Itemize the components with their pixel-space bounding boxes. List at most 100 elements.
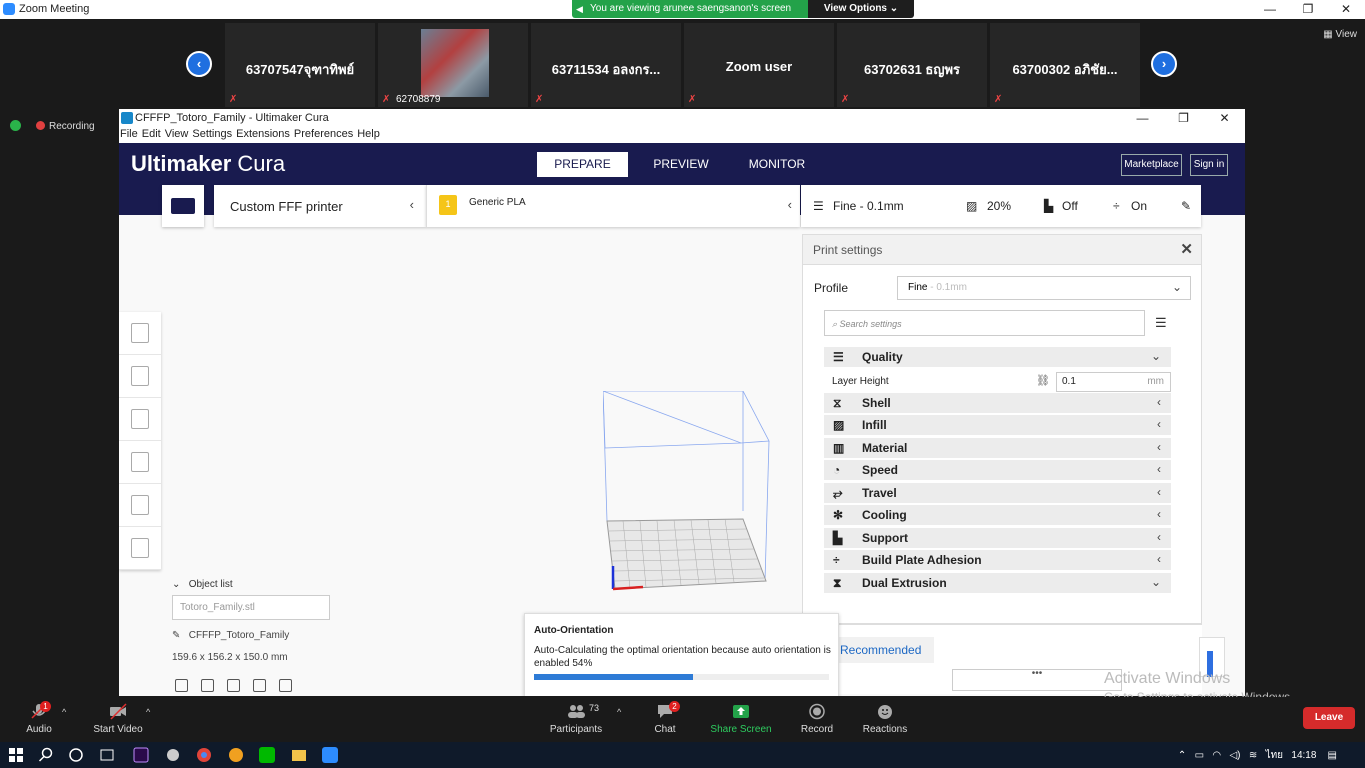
battery-icon[interactable]: ▭: [1195, 750, 1204, 761]
chrome-icon[interactable]: [196, 747, 212, 763]
menu-bar: File Edit View Settings Extensions Preference…: [119, 128, 1245, 143]
move-tool-button[interactable]: [119, 312, 161, 355]
participants-button[interactable]: 73 Participants: [547, 703, 605, 735]
next-page-button[interactable]: ›: [1151, 51, 1177, 77]
per-model-settings-button[interactable]: [119, 484, 161, 527]
more-options-handle[interactable]: •••: [952, 669, 1122, 691]
settings-visibility-menu-icon[interactable]: ☰: [1155, 315, 1167, 331]
scale-tool-button[interactable]: [119, 355, 161, 398]
line-icon[interactable]: [259, 747, 275, 763]
app-icon[interactable]: [165, 747, 181, 763]
leave-button[interactable]: Leave: [1303, 707, 1355, 729]
participant-tile[interactable]: 63700302 อภิชัย... ✗: [990, 23, 1140, 107]
category-cooling[interactable]: ✻ Cooling ‹: [824, 505, 1171, 525]
participant-tile[interactable]: 63707547จุฑาทิพย์ ✗: [225, 23, 375, 107]
language-indicator[interactable]: ไทย: [1266, 750, 1283, 761]
category-travel[interactable]: ⥂ Travel ‹: [824, 483, 1171, 503]
audio-button[interactable]: 1 Audio: [24, 701, 54, 735]
chevron-left-icon: ‹: [1157, 417, 1161, 431]
layer-height-unit: mm: [1147, 376, 1164, 387]
print-setup-selector[interactable]: ☰ Fine - 0.1mm ▨ 20% ▙ Off ÷ On ✎: [801, 185, 1201, 227]
cortana-icon[interactable]: [68, 747, 84, 763]
notifications-icon[interactable]: ▤: [1328, 750, 1337, 761]
category-dual-extrusion[interactable]: ⧗ Dual Extrusion ⌄: [824, 573, 1171, 593]
rotate-tool-button[interactable]: [119, 398, 161, 441]
prev-page-button[interactable]: ‹: [186, 51, 212, 77]
menu-view[interactable]: View: [165, 128, 189, 140]
start-video-button[interactable]: Start Video: [90, 703, 146, 735]
menu-file[interactable]: File: [120, 128, 138, 140]
record-button[interactable]: Record: [800, 703, 834, 735]
menu-preferences[interactable]: Preferences: [294, 128, 353, 140]
object-list-toggle[interactable]: ⌄ Object list: [172, 579, 233, 590]
menu-edit[interactable]: Edit: [142, 128, 161, 140]
minimize-icon[interactable]: —: [1251, 0, 1289, 19]
tab-prepare[interactable]: PREPARE: [537, 152, 628, 177]
app-orange-icon[interactable]: [228, 747, 244, 763]
file-explorer-icon[interactable]: [291, 747, 307, 763]
category-speed[interactable]: ◔ Speed ‹: [824, 460, 1171, 480]
category-build-plate-adhesion[interactable]: ÷ Build Plate Adhesion ‹: [824, 550, 1171, 570]
chat-button[interactable]: 2 Chat: [650, 701, 680, 735]
premiere-icon[interactable]: [133, 747, 149, 763]
category-quality[interactable]: ☰ Quality ⌄: [824, 347, 1171, 367]
participant-tile[interactable]: 63711534 อลงกร... ✗: [531, 23, 681, 107]
marketplace-button[interactable]: Marketplace: [1121, 154, 1182, 176]
layer-height-input[interactable]: 0.1 mm: [1056, 372, 1171, 392]
view-right-icon[interactable]: [279, 679, 292, 692]
restore-icon[interactable]: ❐: [1163, 109, 1204, 128]
volume-icon[interactable]: ◁): [1229, 750, 1240, 761]
participants-caret-icon[interactable]: ^: [617, 707, 621, 717]
mirror-tool-button[interactable]: [119, 441, 161, 484]
support-blocker-button[interactable]: [119, 527, 161, 570]
audio-options-caret-icon[interactable]: ^: [62, 707, 66, 717]
windows-start-icon[interactable]: [8, 747, 24, 763]
move-icon: [131, 323, 149, 343]
menu-settings[interactable]: Settings: [192, 128, 232, 140]
share-screen-button[interactable]: Share Screen: [708, 703, 774, 735]
zoom-taskbar-icon[interactable]: [322, 747, 338, 763]
menu-extensions[interactable]: Extensions: [236, 128, 290, 140]
category-material[interactable]: ▥ Material ‹: [824, 438, 1171, 458]
participant-tile[interactable]: 63702631 ธญพร ✗: [837, 23, 987, 107]
category-infill[interactable]: ▨ Infill ‹: [824, 415, 1171, 435]
close-panel-icon[interactable]: ✕: [1180, 240, 1193, 258]
material-selector[interactable]: 1 Generic PLA ‹: [426, 185, 800, 227]
view-left-icon[interactable]: [253, 679, 266, 692]
close-icon[interactable]: ✕: [1327, 0, 1365, 19]
link-icon[interactable]: ⛓: [1036, 374, 1050, 387]
close-icon[interactable]: ✕: [1204, 109, 1245, 128]
tray-chevron-up-icon[interactable]: ⌃: [1178, 750, 1186, 761]
network-icon[interactable]: ◠: [1212, 750, 1221, 761]
infill-icon: ▨: [966, 199, 978, 213]
clock[interactable]: 14:18: [1291, 750, 1316, 761]
view-options-button[interactable]: View Options ⌄: [808, 0, 914, 18]
category-shell[interactable]: ⧖ Shell ‹: [824, 393, 1171, 413]
task-view-icon[interactable]: [99, 747, 115, 763]
printer-selector[interactable]: Custom FFF printer ‹: [214, 185, 426, 227]
view-3d-icon[interactable]: [175, 679, 188, 692]
restore-icon[interactable]: ❐: [1289, 0, 1327, 19]
tab-monitor[interactable]: MONITOR: [729, 152, 825, 177]
search-settings-input[interactable]: ⌕ Search settings: [824, 310, 1145, 336]
menu-help[interactable]: Help: [357, 128, 380, 140]
participant-tile[interactable]: ✗ 62708879: [378, 23, 528, 107]
category-label: Shell: [862, 396, 891, 410]
profile-dropdown[interactable]: Fine - 0.1mm ⌄: [897, 276, 1191, 300]
video-options-caret-icon[interactable]: ^: [146, 707, 150, 717]
participant-tile[interactable]: Zoom user ✗: [684, 23, 834, 107]
open-file-button[interactable]: [162, 185, 204, 227]
view-front-icon[interactable]: [201, 679, 214, 692]
tab-preview[interactable]: PREVIEW: [633, 152, 729, 177]
shield-icon: [10, 120, 21, 131]
view-button[interactable]: ▦ View: [1323, 29, 1357, 40]
category-support[interactable]: ▙ Support ‹: [824, 528, 1171, 548]
search-icon[interactable]: [38, 747, 54, 763]
reactions-button[interactable]: Reactions: [860, 703, 910, 735]
sign-in-button[interactable]: Sign in: [1190, 154, 1228, 176]
minimize-icon[interactable]: —: [1122, 109, 1163, 128]
view-top-icon[interactable]: [227, 679, 240, 692]
recommended-button[interactable]: Recommended: [838, 637, 934, 663]
object-list-item[interactable]: Totoro_Family.stl: [172, 595, 330, 620]
wifi-icon[interactable]: ≋: [1249, 750, 1257, 761]
